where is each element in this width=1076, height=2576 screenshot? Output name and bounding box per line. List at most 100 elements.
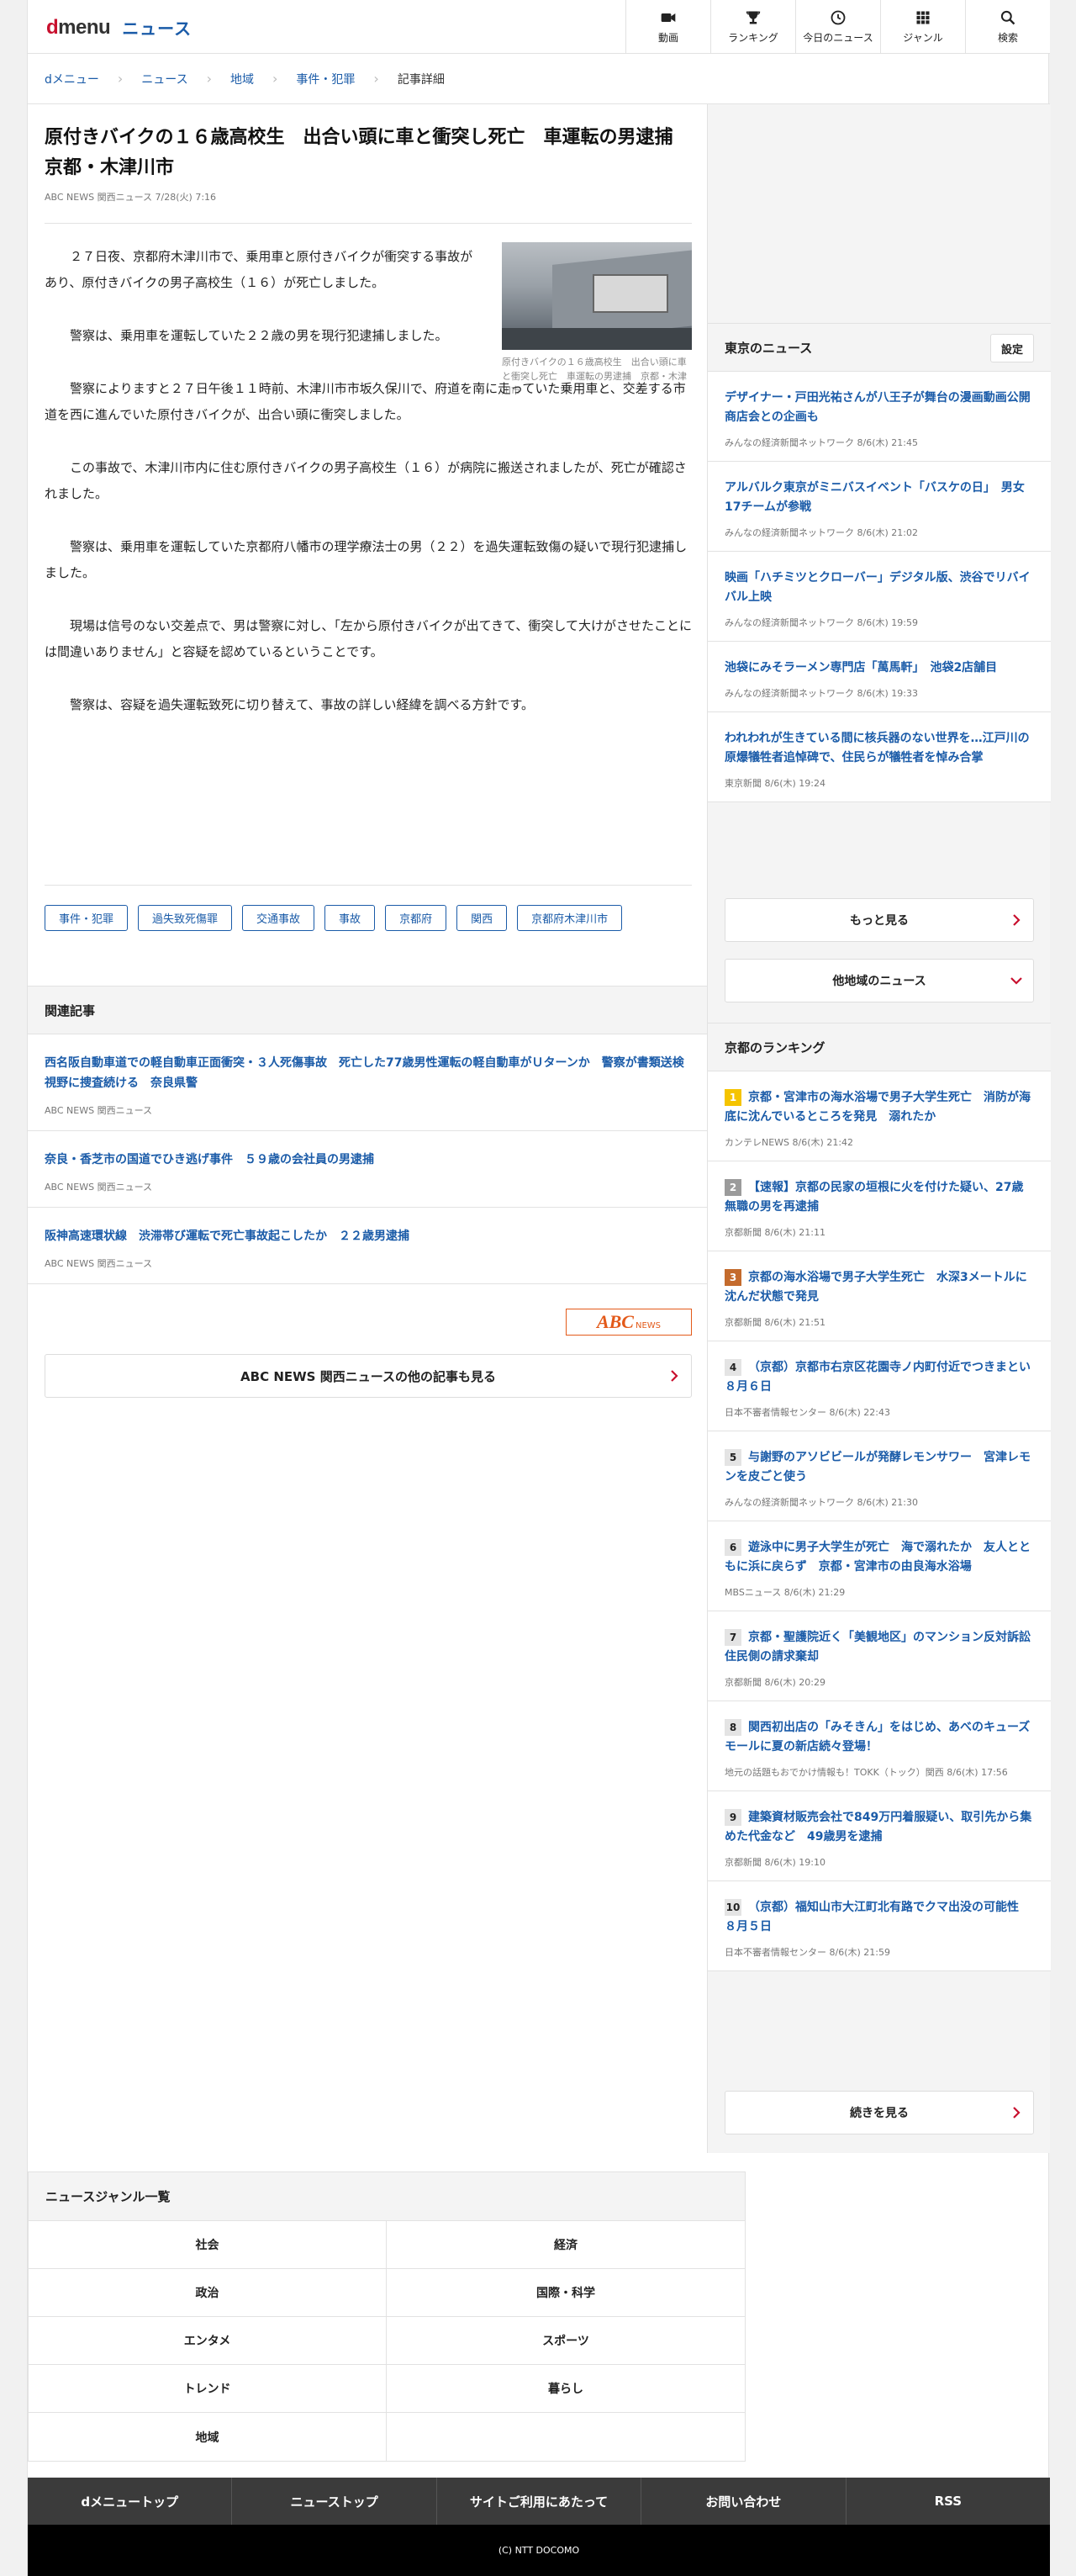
grid-icon xyxy=(916,11,930,24)
list-item[interactable]: 映画「ハチミツとクローバー」デジタル版、渋谷でリバイバル上映 みんなの経済新聞ネ… xyxy=(708,552,1051,642)
ranking-item-title[interactable]: （京都）福知山市大江町北有路でクマ出没の可能性 ８月５日 xyxy=(725,1901,1031,1933)
settings-button[interactable]: 設定 xyxy=(990,334,1034,362)
ranking-item[interactable]: 2 【速報】京都の民家の垣根に火を付けた疑い、27歳無職の男を再逮捕 京都新聞 8… xyxy=(708,1161,1051,1251)
breadcrumb-crime[interactable]: 事件・犯罪 xyxy=(296,71,355,87)
more-ranking-button[interactable]: 続きを見る xyxy=(725,2091,1034,2134)
genre-international[interactable]: 国際・科学 xyxy=(387,2269,745,2317)
genre-region[interactable]: 地域 xyxy=(29,2413,387,2461)
ranking-item-title[interactable]: 京都・宮津市の海水浴場で男子大学生死亡 消防が海底に沈んでいるところを発見 溺れ… xyxy=(725,1091,1031,1124)
news-item-title[interactable]: われわれが生きている間に核兵器のない世界を…江戸川の原爆犠牲者追悼碑で、住民らが… xyxy=(725,729,1034,768)
footer-terms[interactable]: サイトご利用にあたって xyxy=(437,2478,642,2525)
ranking-item[interactable]: 1 京都・宮津市の海水浴場で男子大学生死亡 消防が海底に沈んでいるところを発見 溺… xyxy=(708,1071,1051,1161)
genre-life[interactable]: 暮らし xyxy=(387,2365,745,2413)
genre-trend[interactable]: トレンド xyxy=(29,2365,387,2413)
related-item[interactable]: 阪神高速環状線 渋滞帯び運転で死亡事故起こしたか ２２歳男逮捕 ABC NEWS… xyxy=(28,1208,707,1284)
genre-economy[interactable]: 経済 xyxy=(387,2221,745,2269)
nav-search[interactable]: 検索 xyxy=(965,0,1050,54)
list-item[interactable]: アルバルク東京がミニバスイベント「バスケの日」 男女17チームが参戦 みんなの経… xyxy=(708,462,1051,552)
nav-genre[interactable]: ジャンル xyxy=(880,0,965,54)
ranking-item[interactable]: 10 （京都）福知山市大江町北有路でクマ出没の可能性 ８月５日 日本不審者情報セン… xyxy=(708,1881,1051,1971)
list-item[interactable]: 池袋にみそラーメン専門店「萬馬軒」 池袋2店舗目 みんなの経済新聞ネットワーク … xyxy=(708,642,1051,712)
genre-entertainment[interactable]: エンタメ xyxy=(29,2317,387,2365)
rank-number: 4 xyxy=(725,1359,741,1376)
news-item-title[interactable]: 池袋にみそラーメン専門店「萬馬軒」 池袋2店舗目 xyxy=(725,659,1034,678)
footer-news-top[interactable]: ニューストップ xyxy=(232,2478,437,2525)
ranking-item-source: 地元の話題もおでかけ情報も！TOKK（トック）関西 8/6(木) 17:56 xyxy=(725,1767,1008,1778)
tag-kyoto[interactable]: 京都府 xyxy=(385,905,447,931)
ranking-item-title[interactable]: 京都・聖護院近く「美観地区」のマンション反対訴訟 住民側の請求棄却 xyxy=(725,1631,1042,1664)
related-heading: 関連記事 xyxy=(28,986,707,1034)
ranking-item-title[interactable]: 建築資材販売会社で849万円着服疑い、取引先から集めた代金など 49歳男を逮捕 xyxy=(725,1811,1031,1843)
more-abc-articles-label: ABC NEWS 関西ニュースの他の記事も見る xyxy=(240,1368,496,1384)
genre-sports[interactable]: スポーツ xyxy=(387,2317,745,2365)
more-abc-articles-button[interactable]: ABC NEWS 関西ニュースの他の記事も見る xyxy=(45,1354,692,1398)
tag-crime[interactable]: 事件・犯罪 xyxy=(45,905,129,931)
clock-icon xyxy=(831,10,846,25)
breadcrumb: dメニュー › ニュース › 地域 › 事件・犯罪 › 記事詳細 xyxy=(28,54,1050,104)
chevron-right-icon: › xyxy=(117,71,124,87)
ranking-item-title[interactable]: 与謝野のアソビビールが発酵レモンサワー 宮津レモンを皮ごと使う xyxy=(725,1451,1031,1484)
list-item[interactable]: われわれが生きている間に核兵器のない世界を…江戸川の原爆犠牲者追悼碑で、住民らが… xyxy=(708,712,1051,802)
tag-traffic-accident[interactable]: 交通事故 xyxy=(242,905,315,931)
list-item[interactable]: デザイナー・戸田光祐さんが八王子が舞台の漫画動画公開 商店会との企画も みんなの… xyxy=(708,372,1051,462)
logo[interactable]: dmenu ニュース xyxy=(46,15,192,40)
related-item-title[interactable]: 奈良・香芝市の国道でひき逃げ事件 ５９歳の会社員の男逮捕 xyxy=(45,1150,690,1170)
ranking-item-source: みんなの経済新聞ネットワーク 8/6(木) 21:30 xyxy=(725,1497,918,1508)
related-item[interactable]: 奈良・香芝市の国道でひき逃げ事件 ５９歳の会社員の男逮捕 ABC NEWS 関西… xyxy=(28,1131,707,1208)
ranking-item-source: 京都新聞 8/6(木) 19:10 xyxy=(725,1857,825,1868)
footer-contact[interactable]: お問い合わせ xyxy=(641,2478,847,2525)
ranking-item-title[interactable]: 【速報】京都の民家の垣根に火を付けた疑い、27歳無職の男を再逮捕 xyxy=(725,1181,1023,1214)
news-logo[interactable]: ニュース xyxy=(122,15,192,40)
related-item[interactable]: 西名阪自動車道での軽自動車正面衝突・３人死傷事故 死亡した77歳男性運転の軽自動… xyxy=(28,1034,707,1131)
ranking-item[interactable]: 6 遊泳中に男子大学生が死亡 海で溺れたか 友人とともに浜に戻らず 京都・宮津市の… xyxy=(708,1521,1051,1611)
news-item-title[interactable]: アルバルク東京がミニバスイベント「バスケの日」 男女17チームが参戦 xyxy=(725,479,1034,517)
abc-news-logo[interactable]: ABC NEWS xyxy=(566,1309,692,1336)
related-item-title[interactable]: 阪神高速環状線 渋滞帯び運転で死亡事故起こしたか ２２歳男逮捕 xyxy=(45,1226,690,1246)
footer-dmenu-top[interactable]: dメニュートップ xyxy=(28,2478,233,2525)
tag-accident[interactable]: 事故 xyxy=(324,905,376,931)
genre-society[interactable]: 社会 xyxy=(29,2221,387,2269)
ranking-item-title[interactable]: （京都）京都市右京区花園寺ノ内町付近でつきまとい ８月６日 xyxy=(725,1361,1042,1394)
nav-search-label: 検索 xyxy=(997,32,1018,44)
ranking-item[interactable]: 5 与謝野のアソビビールが発酵レモンサワー 宮津レモンを皮ごと使う みんなの経済新… xyxy=(708,1431,1051,1521)
ranking-item-source: MBSニュース 8/6(木) 21:29 xyxy=(725,1587,846,1598)
dmenu-logo[interactable]: dmenu xyxy=(46,16,111,40)
news-item-title[interactable]: デザイナー・戸田光祐さんが八王子が舞台の漫画動画公開 商店会との企画も xyxy=(725,389,1042,427)
footer-rss[interactable]: RSS xyxy=(847,2478,1050,2525)
nav-ranking[interactable]: ランキング xyxy=(710,0,795,54)
rank-number: 10 xyxy=(725,1899,741,1916)
ranking-item[interactable]: 4 （京都）京都市右京区花園寺ノ内町付近でつきまとい ８月６日 日本不審者情報セン… xyxy=(708,1341,1051,1431)
nav-today[interactable]: 今日のニュース xyxy=(795,0,880,54)
nav-ranking-label: ランキング xyxy=(728,32,778,44)
kyoto-ranking-heading: 京都のランキング xyxy=(708,1023,1051,1071)
ranking-item-title[interactable]: 遊泳中に男子大学生が死亡 海で溺れたか 友人とともに浜に戻らず 京都・宮津市の由… xyxy=(725,1541,1031,1574)
article-body: ２７日夜、京都府木津川市で、乗用車と原付きバイクが衝突する事故があり、原付きバイ… xyxy=(45,244,692,718)
ranking-item[interactable]: 8 関西初出店の「みそきん」をはじめ、あべのキューズモールに夏の新店続々登場！ 地… xyxy=(708,1701,1051,1791)
breadcrumb-region[interactable]: 地域 xyxy=(230,71,254,87)
rank-number: 1 xyxy=(725,1089,741,1106)
ranking-item[interactable]: 7 京都・聖護院近く「美観地区」のマンション反対訴訟 住民側の請求棄却 京都新聞 … xyxy=(708,1611,1051,1701)
article-paragraph: 警察によりますと２７日午後１１時前、木津川市市坂久保川で、府道を南に走っていた乗… xyxy=(45,381,686,422)
other-region-news-button[interactable]: 他地域のニュース xyxy=(725,959,1034,1002)
nav-video[interactable]: 動画 xyxy=(625,0,710,54)
ranking-item[interactable]: 9 建築資材販売会社で849万円着服疑い、取引先から集めた代金など 49歳男を逮捕… xyxy=(708,1791,1051,1881)
breadcrumb-news[interactable]: ニュース xyxy=(141,71,187,87)
breadcrumb-dmenu[interactable]: dメニュー xyxy=(45,71,99,87)
genre-politics[interactable]: 政治 xyxy=(29,2269,387,2317)
divider xyxy=(45,223,692,224)
ranking-item[interactable]: 3 京都の海水浴場で男子大学生死亡 水深3メートルに沈んだ状態で発見 京都新聞 8… xyxy=(708,1251,1051,1341)
abc-logo-text: ABC xyxy=(596,1311,634,1332)
ranking-item-title[interactable]: 京都の海水浴場で男子大学生死亡 水深3メートルに沈んだ状態で発見 xyxy=(725,1271,1027,1304)
related-item-title[interactable]: 西名阪自動車道での軽自動車正面衝突・３人死傷事故 死亡した77歳男性運転の軽自動… xyxy=(45,1053,690,1093)
more-label: もっと見る xyxy=(850,914,909,928)
ranking-item-source: 日本不審者情報センター 8/6(木) 22:43 xyxy=(725,1407,890,1418)
more-tokyo-news-button[interactable]: もっと見る xyxy=(725,898,1034,942)
more-ranking-label: 続きを見る xyxy=(850,2107,909,2120)
tag-negligent-homicide[interactable]: 過失致死傷罪 xyxy=(138,905,233,931)
news-item-title[interactable]: 映画「ハチミツとクローバー」デジタル版、渋谷でリバイバル上映 xyxy=(725,569,1034,607)
ranking-item-title[interactable]: 関西初出店の「みそきん」をはじめ、あべのキューズモールに夏の新店続々登場！ xyxy=(725,1721,1030,1753)
tag-kizugawa[interactable]: 京都府木津川市 xyxy=(517,905,623,931)
video-camera-icon xyxy=(661,13,676,22)
breadcrumb-current: 記事詳細 xyxy=(397,72,445,87)
tag-kansai[interactable]: 関西 xyxy=(456,905,508,931)
